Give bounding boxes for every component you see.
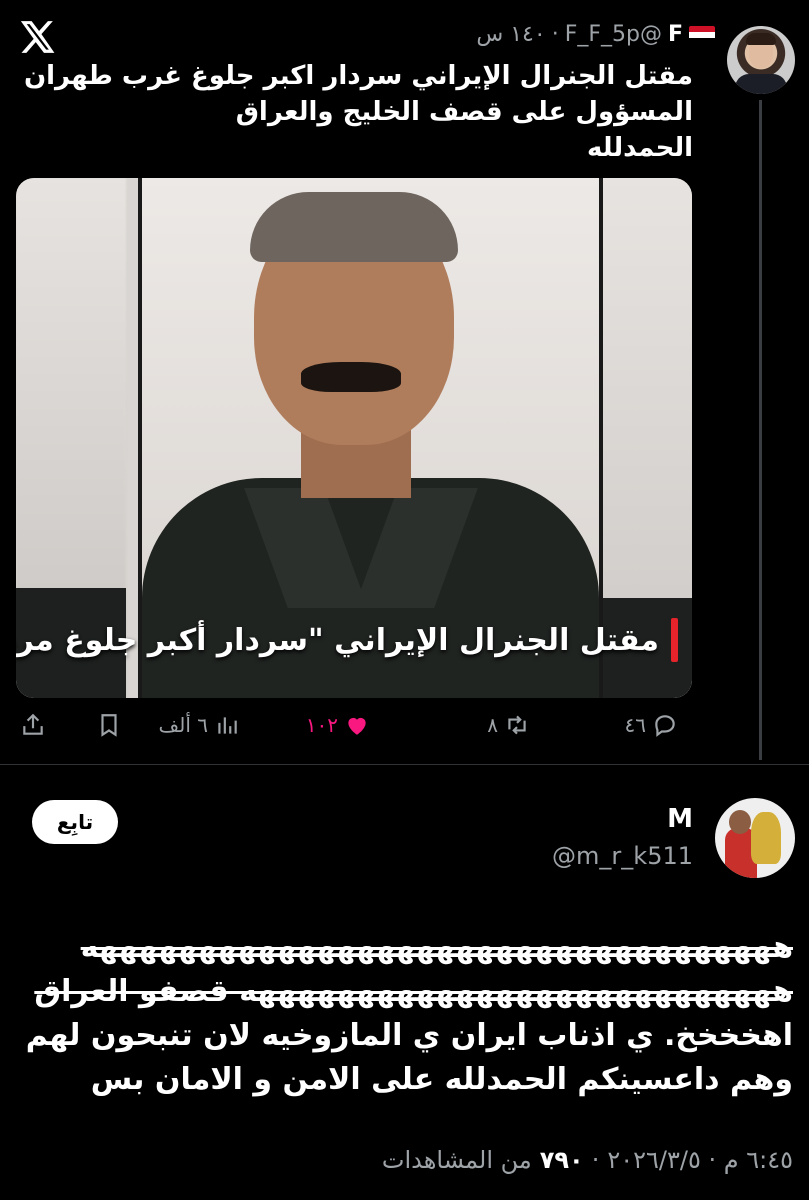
parent-tweet-text: مقتل الجنرال الإيراني سردار اكبر جلوغ غر… bbox=[23, 58, 693, 166]
avatar[interactable] bbox=[727, 26, 795, 94]
views-label: من المشاهدات bbox=[381, 1146, 532, 1174]
display-name[interactable]: F bbox=[668, 22, 683, 47]
parent-tweet-meta: F @F_F_5p · ١٤٠ س bbox=[476, 22, 715, 47]
timestamp[interactable]: ١٤٠ س bbox=[476, 22, 545, 47]
thread-connector-line bbox=[759, 100, 762, 760]
x-logo-icon[interactable] bbox=[18, 18, 56, 56]
tweet-text-line: المسؤول على قصف الخليج والعراق bbox=[235, 97, 693, 127]
iraq-flag-icon bbox=[689, 25, 715, 44]
tweet-action-bar: ٤٦ ٨ ١٠٢ ٦ ألف bbox=[0, 712, 700, 748]
tweet-footer: ٦:٤٥ م · ٢٠٢٦/٣/٥ · ٧٩٠ من المشاهدات bbox=[382, 1146, 793, 1174]
reply-tweet-text: هههههههههههههههههههههههههههههههههههه ههه… bbox=[13, 926, 793, 1102]
media-caption: مقتل الجنرال الإيراني "سردار أكبر جلوغ م… bbox=[16, 618, 678, 662]
separator-dot: · bbox=[591, 1146, 600, 1174]
handle[interactable]: @F_F_5p bbox=[565, 22, 662, 47]
retweet-icon bbox=[508, 715, 526, 735]
avatar[interactable] bbox=[715, 798, 795, 878]
share-button[interactable] bbox=[20, 712, 46, 738]
divider bbox=[0, 764, 809, 765]
retweet-button[interactable]: ٨ bbox=[487, 712, 530, 738]
tweet-media-image[interactable]: مقتل الجنرال الإيراني "سردار أكبر جلوغ م… bbox=[16, 178, 692, 698]
tweet-text-line: هههههههههههههههههههههههههههههههههههه bbox=[80, 930, 793, 965]
retweet-count: ٨ bbox=[487, 713, 498, 737]
follow-button[interactable]: تابِع bbox=[32, 800, 118, 844]
views-button[interactable]: ٦ ألف bbox=[159, 712, 240, 738]
separator-dot: · bbox=[551, 22, 559, 47]
like-button[interactable]: ١٠٢ bbox=[306, 712, 370, 738]
media-caption-text: مقتل الجنرال الإيراني "سردار أكبر جلوغ م… bbox=[16, 622, 659, 658]
heart-icon bbox=[348, 717, 366, 735]
bookmark-icon bbox=[101, 714, 117, 737]
bookmark-button[interactable] bbox=[96, 712, 122, 738]
tweet-text-line: الحمدلله bbox=[586, 133, 693, 163]
reply-button[interactable]: ٤٦ bbox=[625, 712, 678, 738]
reply-count: ٤٦ bbox=[624, 713, 646, 737]
post-timestamp[interactable]: ٦:٤٥ م · ٢٠٢٦/٣/٥ bbox=[607, 1146, 793, 1174]
tweet-text-line: هههههههههههههههههههههههههههه قصفو العراق bbox=[34, 974, 793, 1009]
analytics-icon bbox=[218, 717, 237, 734]
tweet-text-line: وهم داعسينكم الحمدلله على الامن و الامان… bbox=[90, 1062, 793, 1097]
display-name[interactable]: M bbox=[667, 804, 693, 834]
like-count: ١٠٢ bbox=[305, 713, 338, 737]
caption-accent-bar bbox=[671, 618, 678, 662]
reply-icon bbox=[655, 715, 675, 737]
tweet-text-line: اهخخخخ. ي اذناب ايران ي المازوخيه لان تن… bbox=[25, 1018, 793, 1053]
share-icon bbox=[23, 713, 43, 735]
views-count: ٧٩٠ bbox=[539, 1146, 584, 1174]
tweet-text-line: مقتل الجنرال الإيراني سردار اكبر جلوغ غر… bbox=[23, 61, 693, 91]
handle[interactable]: @m_r_k511 bbox=[552, 842, 693, 870]
views-count: ٦ ألف bbox=[158, 713, 208, 737]
